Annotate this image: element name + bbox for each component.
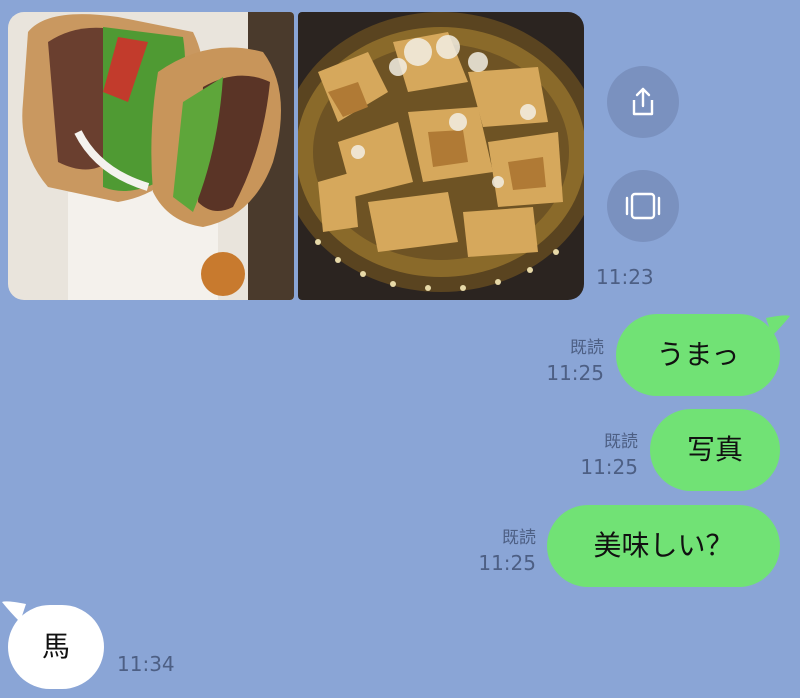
message-time: 11:25 — [546, 361, 604, 385]
gallery-button[interactable] — [607, 170, 679, 242]
bubble-tail — [766, 315, 790, 336]
shared-photos — [8, 12, 584, 300]
incoming-message-bubble[interactable]: 馬 — [8, 605, 104, 689]
read-receipt: 既読 — [502, 528, 536, 548]
outgoing-message-bubble[interactable]: うまっ — [616, 314, 780, 396]
fries-photo[interactable] — [298, 12, 584, 300]
read-receipt: 既読 — [604, 432, 638, 452]
photo-timestamp: 11:23 — [596, 265, 654, 289]
sandwich-photo[interactable] — [8, 12, 294, 300]
message-meta: 既読 11:25 — [472, 527, 536, 575]
message-time: 11:25 — [580, 455, 638, 479]
share-button[interactable] — [607, 66, 679, 138]
message-meta: 既読 11:25 — [540, 337, 604, 385]
incoming-message-time: 11:34 — [117, 652, 175, 676]
message-time: 11:25 — [478, 551, 536, 575]
gallery-icon — [625, 192, 661, 220]
share-icon — [632, 87, 654, 116]
message-meta: 既読 11:25 — [574, 431, 638, 479]
outgoing-message-bubble[interactable]: 美味しい？ — [547, 505, 780, 587]
read-receipt: 既読 — [570, 338, 604, 358]
outgoing-message-bubble[interactable]: 写真 — [650, 409, 780, 491]
